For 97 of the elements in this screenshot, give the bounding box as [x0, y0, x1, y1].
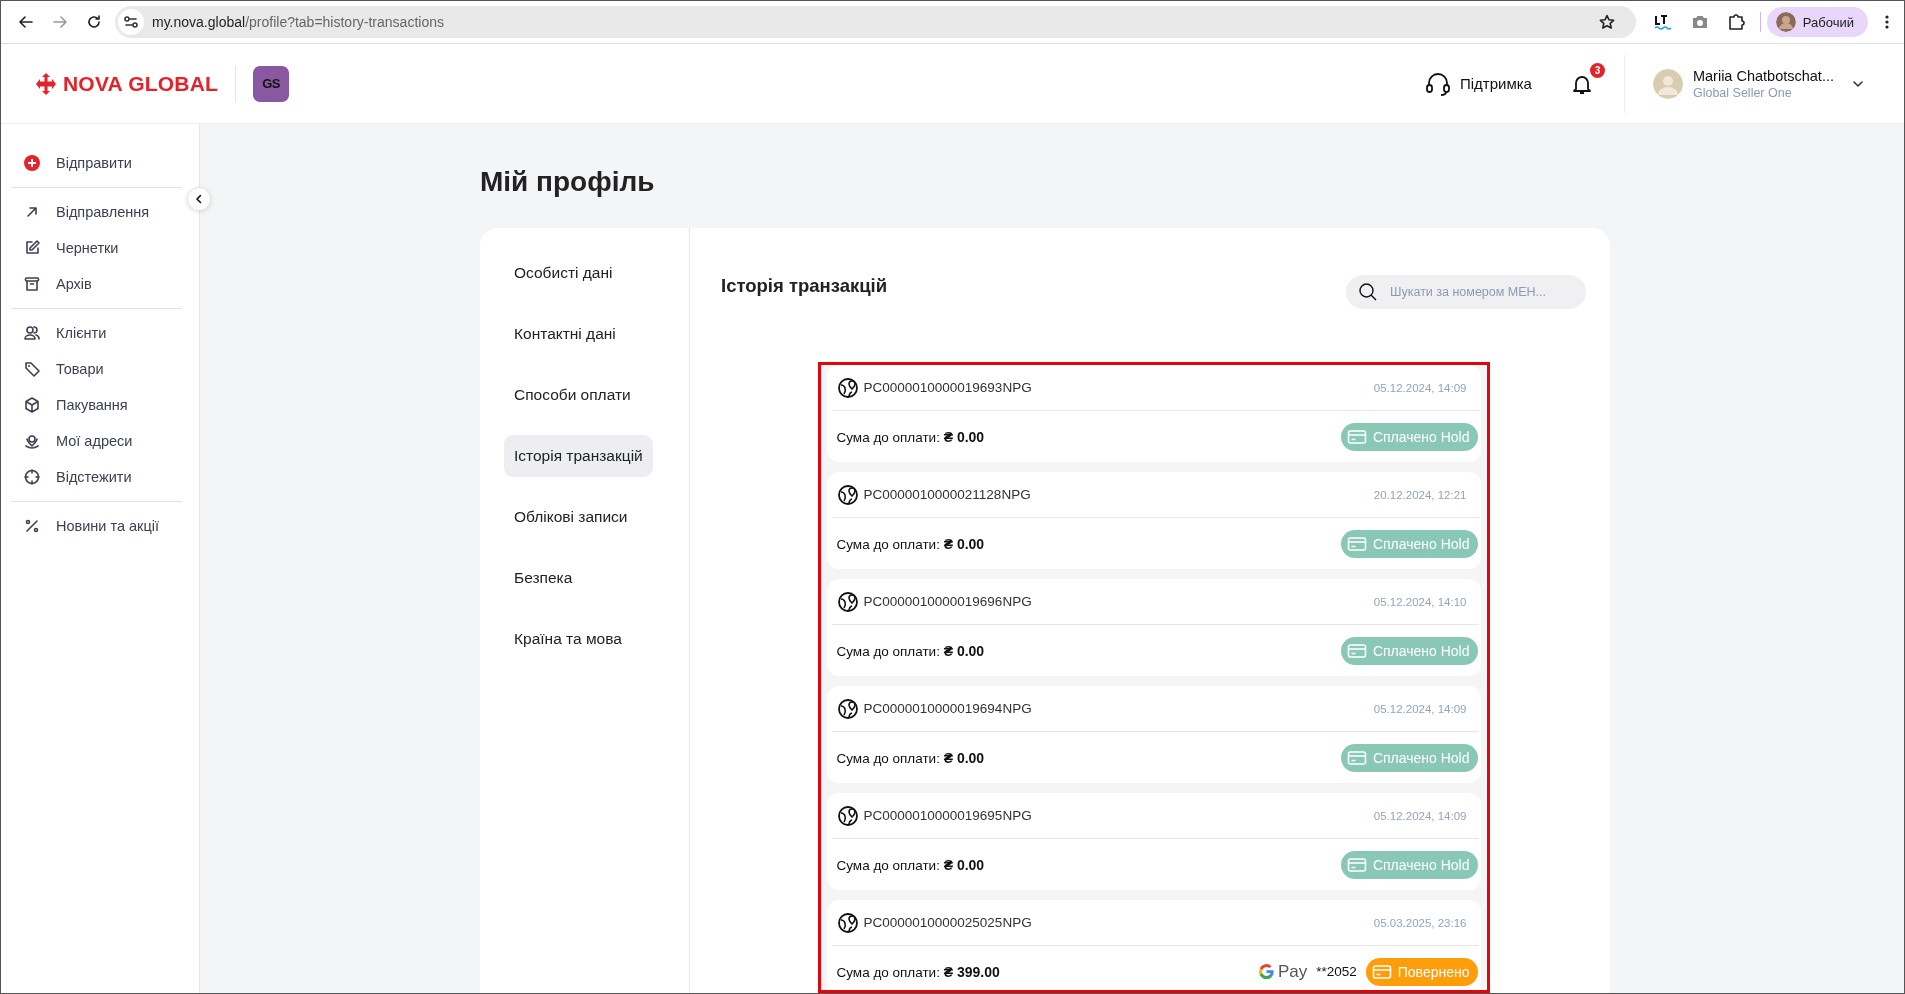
user-avatar: [1652, 68, 1683, 99]
status-badge: Сплачено Hold: [1340, 743, 1478, 772]
profile-tab[interactable]: Способи оплати: [504, 374, 641, 416]
transaction-date: 05.12.2024, 14:09: [1373, 702, 1467, 715]
percent-icon: [23, 517, 41, 535]
sidebar-item[interactable]: Клієнти: [11, 315, 182, 351]
app-badge[interactable]: GS: [253, 65, 290, 102]
globe-pin-icon: [836, 483, 859, 506]
amount-text: Сума до оплати: ₴ 0.00: [836, 856, 985, 873]
puzzle-icon[interactable]: [1726, 13, 1745, 31]
profile-button[interactable]: Рабочий: [1766, 7, 1868, 37]
profile-tab[interactable]: Історія транзакцій: [504, 435, 653, 477]
reload-icon[interactable]: [86, 14, 102, 30]
camera-icon[interactable]: [1690, 13, 1709, 31]
page-title: Мій профіль: [480, 166, 656, 198]
transaction-date: 05.12.2024, 14:10: [1373, 595, 1467, 608]
location-icon: [23, 432, 41, 450]
transaction-date: 05.03.2025, 23:16: [1373, 916, 1467, 929]
users-icon: [23, 324, 41, 342]
card-icon: [1346, 642, 1367, 659]
sidebar-item[interactable]: Відправлення: [11, 194, 182, 230]
sidebar-item[interactable]: Чернетки: [11, 230, 182, 266]
google-g-icon: [1257, 963, 1275, 980]
tag-icon: [23, 360, 41, 378]
user-name: Mariia Chatbotschat...: [1692, 67, 1834, 84]
sidebar-item[interactable]: Архів: [11, 266, 182, 302]
sidebar-item[interactable]: Мої адреси: [11, 423, 182, 459]
transaction-date: 20.12.2024, 12:21: [1373, 488, 1467, 501]
globe-pin-icon: [836, 590, 859, 613]
archive-icon: [23, 275, 41, 293]
address-bar[interactable]: my.nova.global/profile?tab=history-transactions: [115, 6, 1636, 38]
profile-tab[interactable]: Контактні дані: [504, 313, 626, 355]
amount-text: Сума до оплати: ₴ 0.00: [836, 749, 985, 766]
user-role: Global Seller One: [1692, 85, 1793, 100]
logo-mark-icon: [34, 71, 58, 96]
chevron-left-icon: [194, 194, 204, 204]
star-icon[interactable]: [1598, 14, 1615, 30]
card-number: **2052: [1316, 964, 1357, 979]
card-icon: [1346, 749, 1367, 766]
profile-tab[interactable]: Безпека: [504, 557, 583, 599]
globe-pin-icon: [836, 911, 859, 934]
transaction-card[interactable]: PC0000010000019695NPG 05.12.2024, 14:09 Сума до оплати: ₴ 0.00 Сплачено Hold: [826, 793, 1481, 890]
profile-tab[interactable]: Країна та мова: [504, 618, 632, 660]
sidebar-item[interactable]: Новини та акції: [11, 508, 182, 544]
search-field[interactable]: Шукати за номером МЕН...: [1346, 275, 1586, 309]
transaction-date: 05.12.2024, 14:09: [1373, 809, 1467, 822]
transaction-number: PC0000010000019695NPG: [863, 808, 1032, 823]
status-badge: Сплачено Hold: [1340, 529, 1478, 558]
transaction-number: PC0000010000019694NPG: [863, 701, 1032, 716]
sidebar-item[interactable]: Товари: [11, 351, 182, 387]
transaction-number: PC0000010000021128NPG: [863, 487, 1031, 502]
plus-icon: [23, 154, 41, 172]
card-icon: [1346, 428, 1367, 445]
transaction-card[interactable]: PC0000010000019694NPG 05.12.2024, 14:09 Сума до оплати: ₴ 0.00 Сплачено Hold: [826, 686, 1481, 783]
status-badge: Повернено: [1365, 957, 1478, 986]
forward-icon[interactable]: [52, 14, 68, 30]
transaction-card[interactable]: PC0000010000021128NPG 20.12.2024, 12:21 Сума до оплати: ₴ 0.00 Сплачено Hold: [826, 472, 1481, 569]
globe-pin-icon: [836, 697, 859, 720]
sidebar-item[interactable]: Відстежити: [11, 459, 182, 495]
wallet-name: Pay: [1277, 961, 1308, 982]
logo[interactable]: NOVA GLOBAL: [34, 71, 219, 96]
card-icon: [1346, 856, 1367, 873]
more-icon[interactable]: [1884, 14, 1890, 30]
section-title: Історія транзакцій: [721, 275, 888, 297]
site-settings-icon[interactable]: [118, 9, 144, 35]
support-link[interactable]: Підтримка: [1423, 69, 1532, 98]
collapse-button[interactable]: [187, 187, 211, 211]
transaction-card[interactable]: PC0000010000019693NPG 05.12.2024, 14:09 Сума до оплати: ₴ 0.00 Сплачено Hold: [826, 365, 1481, 462]
transaction-number: PC0000010000019696NPG: [863, 594, 1032, 609]
profile-tab[interactable]: Особисті дані: [504, 252, 623, 294]
transaction-number: PC0000010000019693NPG: [863, 380, 1032, 395]
transaction-card[interactable]: PC0000010000025025NPG 05.03.2025, 23:16 Сума до оплати: ₴ 399.00 Pay **2052 Повернено: [826, 900, 1481, 990]
back-icon[interactable]: [18, 14, 34, 30]
sidebar-item[interactable]: Відправити: [11, 145, 182, 181]
status-badge: Сплачено Hold: [1340, 850, 1478, 879]
profile-tab[interactable]: Облікові записи: [504, 496, 638, 538]
card-icon: [1346, 535, 1367, 552]
extension-icon[interactable]: [1652, 12, 1673, 32]
amount-text: Сума до оплати: ₴ 0.00: [836, 535, 985, 552]
amount-text: Сума до оплати: ₴ 399.00: [836, 963, 1000, 980]
card-icon: [1371, 963, 1392, 980]
globe-pin-icon: [836, 804, 859, 827]
transaction-card[interactable]: PC0000010000019696NPG 05.12.2024, 14:10 Сума до оплати: ₴ 0.00 Сплачено Hold: [826, 579, 1481, 676]
globe-pin-icon: [836, 376, 859, 399]
box-icon: [23, 396, 41, 414]
sidebar-item[interactable]: Пакування: [11, 387, 182, 423]
edit-icon: [23, 239, 41, 257]
amount-text: Сума до оплати: ₴ 0.00: [836, 428, 985, 445]
url-text[interactable]: my.nova.global/profile?tab=history-transactions: [152, 14, 444, 30]
transaction-number: PC0000010000025025NPG: [863, 915, 1032, 930]
amount-text: Сума до оплати: ₴ 0.00: [836, 642, 985, 659]
status-badge: Сплачено Hold: [1340, 422, 1478, 451]
notification-badge: 3: [1589, 62, 1605, 78]
avatar-icon: [1775, 12, 1796, 32]
target-icon: [23, 468, 41, 486]
status-badge: Сплачено Hold: [1340, 636, 1478, 665]
transaction-date: 05.12.2024, 14:09: [1373, 381, 1467, 394]
